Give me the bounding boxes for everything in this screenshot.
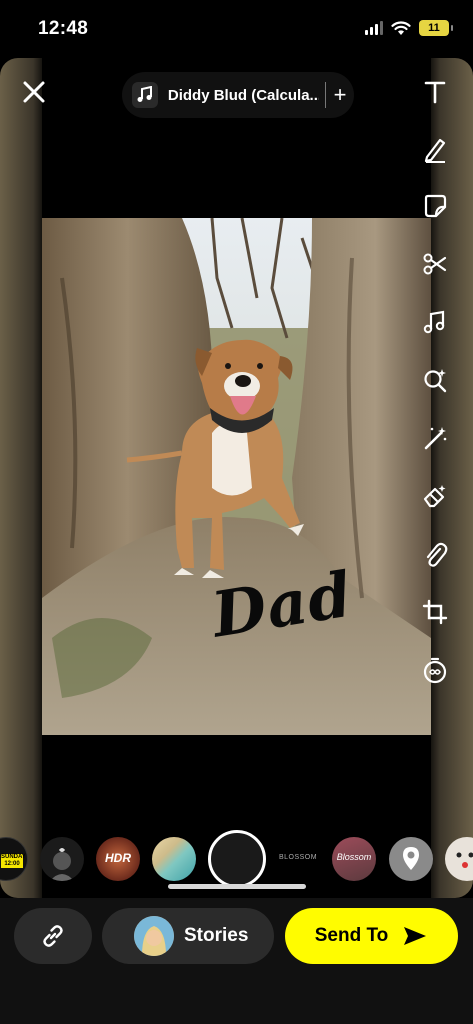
snap-photo[interactable] — [42, 218, 431, 735]
status-indicators: 11 — [365, 20, 453, 36]
send-arrow-icon — [404, 927, 427, 945]
timer-icon — [423, 657, 447, 684]
add-music-button[interactable]: + — [326, 84, 354, 106]
music-note-icon — [137, 86, 152, 102]
pencil-icon — [424, 138, 446, 163]
cartoon-face-icon — [456, 852, 473, 868]
magic-wand-icon — [424, 427, 447, 450]
status-time: 12:48 — [38, 18, 89, 39]
scissors-tool-button[interactable] — [419, 248, 451, 280]
bottom-bar: Stories Send To — [0, 898, 473, 1024]
link-button[interactable] — [14, 908, 92, 964]
lens-location[interactable] — [389, 837, 433, 881]
send-to-label: Send To — [314, 925, 389, 946]
bitmoji-avatar-icon — [134, 916, 174, 956]
heart-face-icon — [50, 848, 74, 881]
sticker-icon — [424, 194, 447, 218]
battery-indicator: 11 — [419, 20, 453, 36]
lens-sunday-label: SUNDAY 12:00 — [1, 854, 26, 868]
close-icon — [23, 81, 45, 103]
lens-blossom-text[interactable]: BLOSSOM — [276, 837, 320, 881]
lens-carousel: SUNDAY 12:00 HDR BLOSSOM Blossom — [0, 830, 473, 890]
close-button[interactable] — [18, 76, 50, 108]
scissors-icon — [423, 253, 447, 275]
draw-tool-button[interactable] — [419, 133, 451, 165]
crop-tool-button[interactable] — [419, 596, 451, 628]
music-note-icon — [423, 310, 445, 334]
home-indicator — [168, 884, 306, 889]
avatar — [134, 916, 174, 956]
stories-label: Stories — [184, 925, 249, 946]
lens-face[interactable] — [445, 837, 473, 881]
music-pill[interactable]: Diddy Blud (Calcula... + — [122, 72, 354, 118]
magic-tool-button[interactable] — [419, 422, 451, 454]
text-tool-button[interactable] — [419, 76, 451, 108]
capture-button[interactable] — [208, 830, 266, 888]
sticker-tool-button[interactable] — [419, 190, 451, 222]
link-icon — [43, 925, 63, 947]
crop-icon — [422, 599, 448, 625]
text-icon — [424, 81, 446, 104]
cellular-signal-icon — [365, 21, 383, 35]
lens-blossom-label: Blossom — [336, 852, 372, 862]
music-thumbnail — [132, 82, 158, 108]
lens-portrait[interactable] — [40, 837, 84, 881]
lens-hdr[interactable]: HDR — [96, 837, 140, 881]
lens-hdr-label: HDR — [105, 851, 131, 865]
lens-search-icon — [424, 369, 447, 393]
paperclip-icon — [426, 542, 448, 567]
wifi-icon — [391, 20, 411, 35]
send-to-button[interactable]: Send To — [285, 908, 458, 964]
lens-blossom[interactable]: Blossom — [332, 837, 376, 881]
eraser-tool-button[interactable] — [419, 480, 451, 512]
location-pin-icon — [403, 847, 419, 870]
status-bar: 12:48 11 — [0, 0, 473, 58]
lens-sunday[interactable]: SUNDAY 12:00 — [0, 837, 28, 881]
music-title: Diddy Blud (Calcula... — [167, 86, 320, 104]
lens-blossom-text-label: BLOSSOM — [278, 854, 318, 861]
stories-button[interactable]: Stories — [102, 908, 274, 964]
timer-tool-button[interactable] — [419, 654, 451, 686]
dog-in-tree-photo — [42, 218, 431, 735]
music-tool-button[interactable] — [419, 306, 451, 338]
attach-link-tool-button[interactable] — [419, 538, 451, 570]
lens-beach[interactable] — [152, 837, 196, 881]
eraser-icon — [423, 485, 446, 508]
lens-search-tool-button[interactable] — [419, 364, 451, 396]
